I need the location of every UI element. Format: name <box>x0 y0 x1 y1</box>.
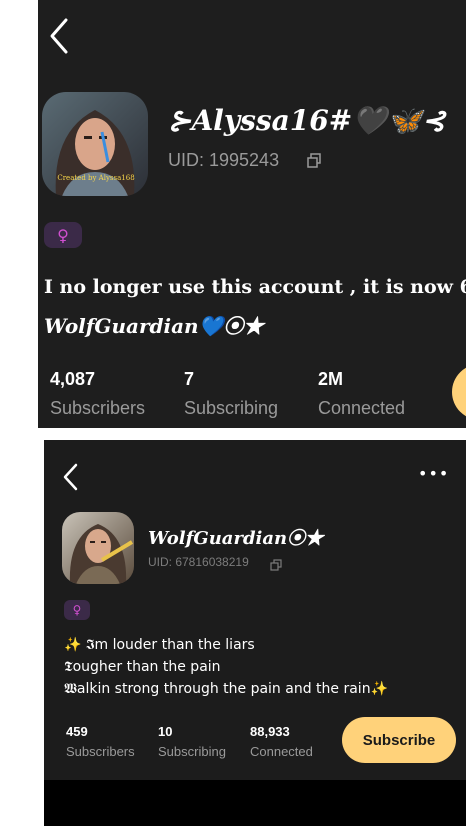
stat-subscribers-label[interactable]: Subscribers <box>50 398 145 419</box>
stat-subscribers-value[interactable]: 4,087 <box>50 369 95 390</box>
stat-connected-value[interactable]: 88,933 <box>250 724 290 739</box>
subscribe-button-partial[interactable] <box>452 364 466 420</box>
stat-connected-label[interactable]: Connected <box>318 398 405 419</box>
more-options-icon[interactable]: ••• <box>418 464 449 483</box>
gender-badge: ♀ <box>64 600 90 620</box>
stat-subscribers-label[interactable]: Subscribers <box>66 744 135 759</box>
bio-line-3: 𝖂alkin strong through the pain and the r… <box>64 681 388 697</box>
bio-line-2: WolfGuardian💙⦿★ <box>44 314 264 338</box>
back-icon[interactable] <box>60 462 82 492</box>
stat-subscribing-value[interactable]: 10 <box>158 724 172 739</box>
avatar-caption: Created by Alyssa168 <box>57 174 135 182</box>
stat-subscribing-label[interactable]: Subscribing <box>158 744 226 759</box>
avatar[interactable]: Created by Alyssa168 <box>42 92 148 196</box>
gender-badge: ♀ <box>44 222 82 248</box>
copy-icon[interactable] <box>270 556 282 571</box>
uid-text: UID: 1995243 <box>168 150 280 170</box>
avatar[interactable] <box>62 512 134 584</box>
stat-connected-value[interactable]: 2M <box>318 369 343 390</box>
female-icon: ♀ <box>72 603 82 617</box>
stat-connected-label[interactable]: Connected <box>250 744 313 759</box>
back-icon[interactable] <box>44 16 74 56</box>
bio-line-2: 𝕿ougher than the pain <box>64 659 221 675</box>
stat-subscribing-label[interactable]: Subscribing <box>184 398 278 419</box>
bottom-bar <box>44 780 466 826</box>
copy-icon[interactable] <box>306 153 322 169</box>
username: ⊱Alyssa16#🖤🦋⊰ <box>168 104 446 137</box>
stat-subscribers-value[interactable]: 459 <box>66 724 88 739</box>
profile-screen-bottom: ••• WolfGuardian⦿★ UID: 67816038219 ♀ ✨ … <box>44 440 466 826</box>
uid-text: UID: 67816038219 <box>148 555 249 569</box>
bio-line-1: ✨ 𝕴m louder than the liars <box>64 637 255 653</box>
bio-line-1: I no longer use this account , it is now… <box>44 276 466 298</box>
profile-screen-top: Created by Alyssa168 ⊱Alyssa16#🖤🦋⊰ UID: … <box>38 0 466 428</box>
stat-subscribing-value[interactable]: 7 <box>184 369 194 390</box>
username: WolfGuardian⦿★ <box>148 528 324 549</box>
subscribe-button[interactable]: Subscribe <box>342 717 456 763</box>
female-icon: ♀ <box>57 225 69 245</box>
